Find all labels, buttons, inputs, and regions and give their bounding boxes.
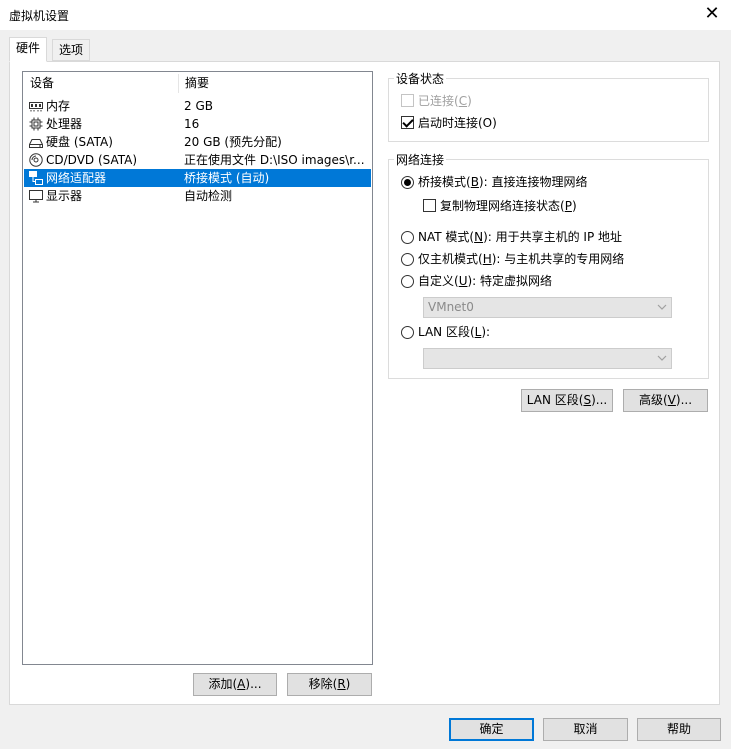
connect-at-power-on-checkbox[interactable] [401, 116, 414, 129]
button-label-suffix: ) [345, 677, 351, 691]
device-summary: 桥接模式 (自动) [184, 171, 270, 185]
label-suffix: ): 用于共享主机的 IP 地址 [483, 230, 623, 244]
device-name: 网络适配器 [46, 171, 107, 185]
device-row-cd-dvd[interactable]: CD/DVD (SATA) 正在使用文件 D:\ISO images\r... [24, 151, 371, 169]
cd-dvd-icon [29, 153, 43, 167]
nat-label: NAT 模式(N): 用于共享主机的 IP 地址 [418, 229, 622, 245]
device-name: 内存 [46, 99, 71, 113]
access-key: S [583, 393, 592, 407]
bridged-label: 桥接模式(B): 直接连接物理网络 [418, 174, 587, 190]
device-list[interactable]: 设备 摘要 内存 2 GB 处理器 16 硬盘 (SATA) 20 GB (预先… [22, 71, 373, 665]
column-header-device[interactable]: 设备 [24, 72, 54, 94]
button-label: 高级( [638, 393, 668, 407]
device-row-network-adapter[interactable]: 网络适配器 桥接模式 (自动) [24, 169, 371, 187]
connected-checkbox[interactable] [401, 94, 414, 107]
device-summary: 正在使用文件 D:\ISO images\r... [184, 153, 365, 167]
access-key: N [474, 230, 484, 244]
label-text: LAN 区段( [418, 325, 475, 339]
label-text: 自定义( [418, 274, 459, 288]
tab-hardware[interactable]: 硬件 [9, 37, 48, 62]
label-text: 已连接( [418, 94, 459, 108]
bridged-radio[interactable] [401, 176, 414, 189]
access-key: P [564, 199, 572, 213]
custom-radio[interactable] [401, 275, 414, 288]
device-name: 处理器 [46, 117, 83, 131]
remove-device-button[interactable]: 移除(R) [287, 673, 372, 696]
access-key: B [470, 175, 479, 189]
device-name: 显示器 [46, 189, 83, 203]
network-connection-title: 网络连接 [394, 153, 447, 167]
access-key: H [482, 252, 492, 266]
help-button[interactable]: 帮助 [637, 718, 721, 741]
label-text: NAT 模式( [418, 230, 475, 244]
connect-at-power-on-label: 启动时连接(O) [418, 116, 497, 130]
select-value: VMnet0 [428, 300, 474, 314]
label-text: 仅主机模式( [418, 252, 483, 266]
display-icon [29, 190, 43, 203]
label-text: 复制物理网络连接状态( [440, 199, 565, 213]
custom-network-select[interactable]: VMnet0 [423, 297, 672, 318]
button-label: LAN 区段( [526, 393, 584, 407]
device-summary: 自动检测 [184, 189, 233, 203]
host-only-label: 仅主机模式(H): 与主机共享的专用网络 [418, 251, 624, 267]
label-suffix: ): 特定虚拟网络 [467, 274, 553, 288]
chevron-down-icon [657, 304, 667, 310]
lan-segment-select[interactable] [423, 348, 672, 369]
hard-disk-icon [29, 139, 43, 148]
column-header-summary[interactable]: 摘要 [179, 72, 209, 94]
lan-segment-radio[interactable] [401, 326, 414, 339]
lan-segment-label: LAN 区段(L): [418, 324, 490, 340]
device-name: 硬盘 (SATA) [46, 135, 113, 149]
chevron-down-icon [657, 355, 667, 361]
nat-radio[interactable] [401, 231, 414, 244]
replicate-state-label: 复制物理网络连接状态(P) [440, 198, 577, 214]
device-summary: 16 [184, 117, 200, 131]
device-summary: 2 GB [184, 99, 213, 113]
device-summary: 20 GB (预先分配) [184, 135, 282, 149]
access-key: V [667, 393, 676, 407]
network-connection-group [388, 159, 709, 379]
label-suffix: ): 直接连接物理网络 [478, 175, 588, 189]
cancel-button[interactable]: 取消 [543, 718, 628, 741]
button-label-suffix: )... [245, 677, 262, 691]
device-status-title: 设备状态 [394, 72, 447, 86]
device-row-display[interactable]: 显示器 自动检测 [24, 187, 371, 205]
label-suffix: ): [481, 325, 491, 339]
device-list-header: 设备 摘要 [23, 72, 372, 94]
device-name: CD/DVD (SATA) [46, 153, 138, 167]
host-only-radio[interactable] [401, 253, 414, 266]
button-label: 移除( [308, 677, 338, 691]
tab-options[interactable]: 选项 [52, 39, 91, 61]
label-text: 桥接模式( [418, 175, 471, 189]
access-key: R [337, 677, 346, 691]
connected-label: 已连接(C) [418, 93, 472, 109]
button-label-suffix: )... [591, 393, 608, 407]
replicate-state-checkbox[interactable] [423, 199, 436, 212]
button-label: 添加( [208, 677, 238, 691]
title-bar [0, 0, 731, 30]
add-device-button[interactable]: 添加(A)... [193, 673, 277, 696]
memory-icon [29, 102, 43, 112]
label-suffix: ) [571, 199, 577, 213]
close-icon[interactable]: ✕ [701, 3, 723, 25]
custom-label: 自定义(U): 特定虚拟网络 [418, 273, 552, 289]
label-suffix: ) [467, 94, 472, 108]
lan-segments-button[interactable]: LAN 区段(S)... [521, 389, 613, 412]
advanced-button[interactable]: 高级(V)... [623, 389, 708, 412]
access-key: C [458, 94, 468, 108]
cpu-icon [29, 117, 43, 131]
device-row-memory[interactable]: 内存 2 GB [24, 97, 371, 115]
button-label-suffix: )... [675, 393, 693, 407]
window-title: 虚拟机设置 [9, 9, 70, 23]
label-suffix: ): 与主机共享的专用网络 [491, 252, 625, 266]
ok-button[interactable]: 确定 [449, 718, 534, 741]
device-row-processor[interactable]: 处理器 16 [24, 115, 371, 133]
device-row-hard-disk[interactable]: 硬盘 (SATA) 20 GB (预先分配) [24, 133, 371, 151]
device-status-group [388, 78, 709, 142]
network-adapter-icon [29, 171, 43, 185]
